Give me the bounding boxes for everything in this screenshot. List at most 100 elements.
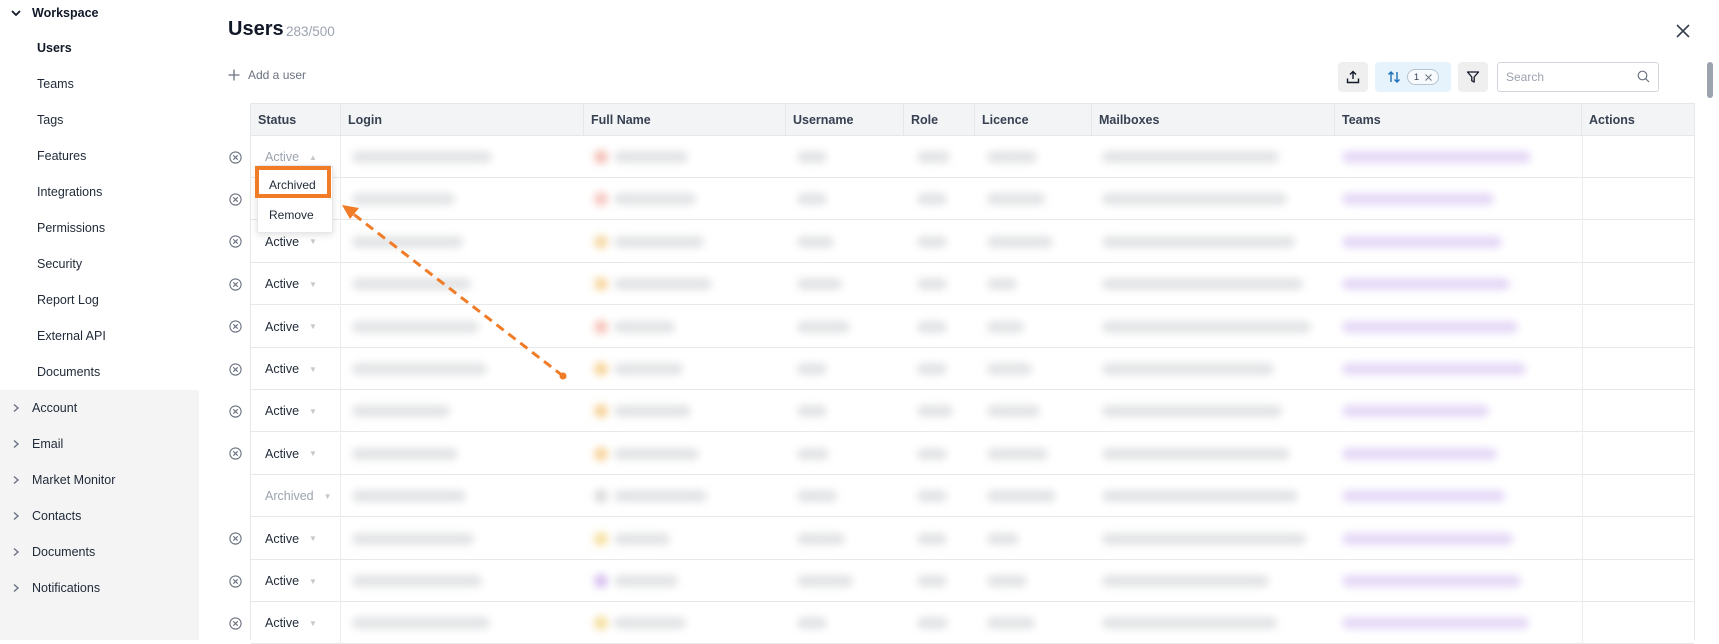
table-row: Active ▼	[251, 305, 1694, 348]
redacted-text	[797, 278, 842, 291]
sidebar-item-users[interactable]: Users	[37, 38, 72, 58]
status-select[interactable]: Active ▼	[251, 348, 341, 390]
redacted-text	[987, 193, 1045, 206]
table-row: Active ▼	[251, 348, 1694, 390]
status-select[interactable]: Active ▼	[251, 263, 341, 306]
export-button[interactable]	[1338, 62, 1368, 92]
column-header-mailboxes[interactable]: Mailboxes	[1092, 104, 1335, 136]
search-field[interactable]	[1497, 62, 1659, 92]
close-button[interactable]	[1672, 20, 1694, 42]
status-select[interactable]: Archived ▼	[251, 475, 341, 518]
status-select[interactable]: Active ▼	[251, 432, 341, 475]
filter-button[interactable]	[1458, 62, 1488, 92]
avatar	[594, 234, 608, 249]
remove-row-icon[interactable]	[228, 447, 242, 461]
avatar	[594, 574, 608, 588]
remove-row-icon[interactable]	[228, 404, 242, 418]
remove-row-icon[interactable]	[228, 277, 242, 291]
status-select[interactable]: Active ▼	[251, 305, 341, 348]
redacted-text	[987, 447, 1048, 460]
remove-row-icon[interactable]	[228, 574, 242, 588]
sort-count: 1	[1413, 71, 1420, 83]
redacted-text	[987, 575, 1027, 587]
sidebar-section-email[interactable]: Email	[8, 434, 63, 454]
redacted-text	[917, 363, 947, 375]
sidebar-item-integrations[interactable]: Integrations	[37, 182, 102, 202]
avatar	[594, 531, 608, 546]
column-header-login[interactable]: Login	[341, 104, 584, 136]
redacted-text	[797, 617, 827, 630]
chevron-down-icon	[8, 7, 24, 19]
sort-button[interactable]: 1	[1375, 62, 1451, 92]
redacted-row-content	[342, 570, 1582, 592]
clear-sort-icon[interactable]	[1425, 73, 1432, 81]
status-select[interactable]: Active ▼	[251, 560, 341, 602]
sidebar-section-notifications[interactable]: Notifications	[8, 578, 100, 598]
sidebar-section-account[interactable]: Account	[8, 398, 77, 418]
remove-row-icon[interactable]	[228, 192, 242, 206]
chevron-down-icon: ▼	[309, 279, 317, 289]
redacted-text	[352, 151, 492, 163]
redacted-text	[917, 278, 947, 291]
dropdown-option-remove[interactable]: Remove	[258, 202, 332, 228]
sidebar-section-contacts[interactable]: Contacts	[8, 506, 81, 526]
remove-row-icon[interactable]	[228, 532, 242, 546]
remove-row-icon[interactable]	[228, 362, 242, 376]
actions-cell	[1582, 220, 1694, 263]
sidebar-item-security[interactable]: Security	[37, 254, 82, 274]
column-header-full-name[interactable]: Full Name	[584, 104, 786, 136]
table-row: Active ▼	[251, 220, 1694, 263]
status-value: Active	[265, 150, 300, 164]
avatar	[594, 362, 608, 376]
table-row: Active ▼	[251, 517, 1694, 560]
column-header-licence[interactable]: Licence	[975, 104, 1092, 136]
redacted-text	[1102, 278, 1303, 291]
sidebar-item-features[interactable]: Features	[37, 146, 86, 166]
redacted-text	[1342, 490, 1505, 503]
avatar	[594, 192, 608, 207]
sort-count-badge[interactable]: 1	[1406, 69, 1440, 85]
status-select[interactable]: Active ▼	[251, 390, 341, 433]
sidebar-section-label: Market Monitor	[32, 473, 116, 487]
remove-row-icon[interactable]	[228, 150, 242, 164]
redacted-text	[1102, 575, 1269, 587]
remove-row-icon[interactable]	[228, 320, 242, 334]
sidebar-item-permissions[interactable]: Permissions	[37, 218, 105, 238]
status-value: Active	[265, 531, 300, 546]
sidebar-section-market-monitor[interactable]: Market Monitor	[8, 470, 115, 490]
redacted-text	[614, 363, 683, 375]
redacted-text	[917, 532, 947, 545]
sort-arrows-icon	[1387, 71, 1400, 83]
redacted-text	[352, 320, 479, 333]
redacted-row-content	[342, 358, 1582, 380]
redacted-text	[352, 575, 482, 587]
chevron-right-icon	[8, 475, 24, 485]
sidebar-item-teams[interactable]: Teams	[37, 74, 74, 94]
chevron-down-icon: ▼	[309, 576, 317, 586]
sidebar-item-documents[interactable]: Documents	[37, 362, 100, 382]
column-header-teams[interactable]: Teams	[1335, 104, 1582, 136]
search-input[interactable]	[1498, 63, 1626, 91]
add-user-button[interactable]: Add a user	[228, 66, 306, 84]
status-select[interactable]: Active ▼	[251, 517, 341, 560]
sidebar-item-report-log[interactable]: Report Log	[37, 290, 99, 310]
column-header-role[interactable]: Role	[904, 104, 975, 136]
annotation-highlight-box	[255, 166, 331, 198]
sidebar-item-tags[interactable]: Tags	[37, 110, 63, 130]
redacted-text	[797, 532, 845, 545]
column-header-username[interactable]: Username	[786, 104, 904, 136]
remove-row-icon[interactable]	[228, 616, 242, 630]
sidebar-section-documents[interactable]: Documents	[8, 542, 95, 562]
redacted-text	[1342, 363, 1526, 375]
redacted-text	[797, 363, 827, 375]
sidebar-item-external-api[interactable]: External API	[37, 326, 106, 346]
table-row: Active ▼	[251, 602, 1694, 644]
sidebar-section-workspace[interactable]: Workspace	[8, 3, 98, 23]
column-header-status[interactable]: Status	[251, 104, 341, 136]
redacted-text	[917, 447, 947, 460]
redacted-text	[987, 532, 1019, 545]
remove-row-icon[interactable]	[228, 235, 242, 249]
redacted-text	[917, 405, 953, 418]
scrollbar-thumb[interactable]	[1707, 62, 1713, 98]
status-select[interactable]: Active ▼	[251, 602, 341, 644]
